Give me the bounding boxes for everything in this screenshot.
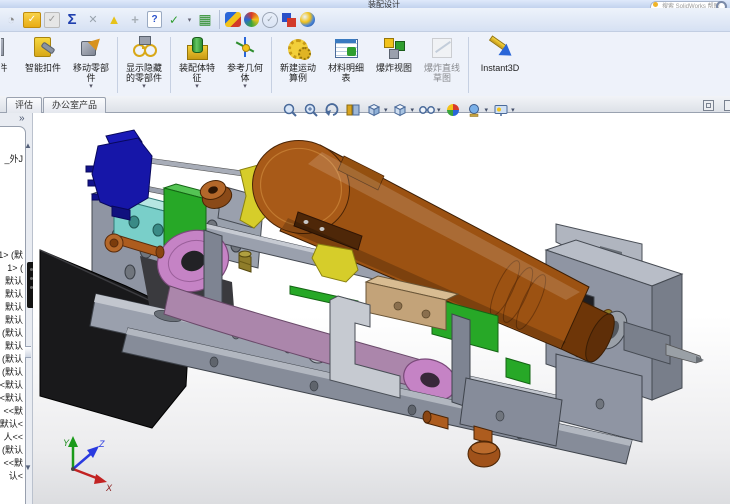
bill-of-materials-icon (333, 35, 359, 61)
move-component-icon (78, 34, 105, 61)
assembly-features-button[interactable]: 装配体特征 ▾ (174, 35, 220, 90)
appearances-icon[interactable] (244, 12, 259, 27)
view-settings-caret[interactable]: ▾ (511, 106, 515, 114)
part-yellow-clamp-mid[interactable] (311, 243, 359, 283)
triad-x-label: X (105, 483, 113, 493)
design-table-icon[interactable]: ▦ (196, 11, 214, 29)
show-hidden-components-icon (131, 35, 157, 61)
exploded-view-button[interactable]: 爆炸视图 (371, 35, 417, 73)
move-component-button[interactable]: 移动零部件 ▾ (68, 34, 114, 90)
standard-toolbar: ◔ ✓ ✓ Σ ✕ ▲ + ? ✓ ▾ ▦ ✓ (0, 8, 730, 32)
reference-geometry-button[interactable]: 参考几何体 ▾ (222, 35, 268, 90)
dropdown-caret-icon[interactable]: ▾ (186, 11, 193, 29)
measure-icon[interactable]: ✕ (84, 11, 102, 29)
tree-items[interactable]: 1> (默 1> ( 默认 默认 默认 默认 (默认 默认 (默认 (默认 <默… (0, 249, 23, 483)
edit-appearance-icon[interactable] (445, 101, 462, 118)
previous-view-icon[interactable] (323, 101, 340, 118)
scrollbar-thumb[interactable] (25, 346, 31, 358)
photoview-preview-icon[interactable] (225, 12, 241, 27)
photoview-360-icon[interactable] (300, 12, 315, 27)
instant3d-icon (487, 35, 516, 62)
reference-geometry-icon (232, 35, 258, 61)
collapse-panel-icon[interactable] (703, 100, 714, 111)
solidworks-window: 装配设计 搜索 SolidWorks 帮助 ◔ ✓ ✓ Σ ✕ ▲ + ? ✓ … (0, 0, 730, 504)
smart-fasteners-button[interactable]: 智能扣件 (20, 35, 66, 73)
flyout-expand-chevron[interactable]: » (19, 113, 25, 124)
tab-evaluate[interactable]: 评估 (6, 97, 43, 113)
show-hidden-components-button[interactable]: 显示隐藏的零部件 ▾ (121, 35, 167, 90)
apply-scene-caret[interactable]: ▾ (485, 106, 489, 114)
ribbon-separator (170, 37, 171, 93)
triad-y-label: Y (63, 438, 70, 448)
bill-of-materials-button[interactable]: 材料明细表 (323, 35, 369, 83)
equations-icon[interactable]: Σ (63, 11, 81, 29)
toolbar-separator (219, 10, 220, 29)
apply-scene-icon[interactable] (466, 101, 483, 118)
assembly-features-icon (184, 35, 210, 61)
tree-item[interactable]: _外J (4, 153, 23, 166)
align-icon[interactable]: + (126, 11, 144, 29)
toggle-check-icon[interactable]: ✓ (44, 11, 60, 28)
ribbon-separator (468, 37, 469, 93)
tab-office-products[interactable]: 办公室产品 (43, 97, 107, 113)
scroll-up-icon[interactable]: ▲ (24, 141, 32, 150)
design-check-icon[interactable]: ✓ (165, 11, 183, 29)
section-view-icon[interactable] (344, 101, 361, 118)
display-style-caret[interactable]: ▾ (411, 106, 415, 114)
explode-line-sketch-icon (429, 35, 455, 61)
file-properties-icon[interactable]: ? (147, 11, 162, 28)
instant3d-button[interactable]: Instant3D (472, 35, 528, 73)
hide-show-items-caret[interactable]: ▾ (437, 106, 441, 114)
new-motion-study-icon (285, 35, 311, 61)
featuremanager-panel: » _外J 1> (默 1> ( 默认 默认 默认 默认 (默认 默认 (默认 … (0, 113, 36, 504)
explode-line-sketch-button[interactable]: 爆炸直线草图 (419, 35, 465, 83)
insert-component-icon (1, 35, 7, 61)
part-brass-fitting[interactable] (238, 250, 252, 273)
heads-up-toolbar: ▾ ▾ ▾ ▾ ▾ (281, 101, 515, 118)
insert-component-button[interactable]: 零部件 ▾ (1, 35, 18, 80)
view-orientation-caret[interactable]: ▾ (384, 106, 388, 114)
display-style-icon[interactable] (392, 101, 409, 118)
assembly-model[interactable]: Y Z X (33, 113, 730, 504)
hide-show-items-icon[interactable] (418, 101, 435, 118)
triad-z-label: Z (98, 439, 105, 449)
exploded-view-icon (381, 35, 407, 61)
scroll-down-icon[interactable]: ▼ (24, 463, 32, 472)
zoom-to-fit-icon[interactable] (281, 101, 298, 118)
search-flag-icon (653, 2, 658, 7)
ribbon-separator (117, 37, 118, 93)
circle-check-icon[interactable]: ✓ (262, 11, 278, 28)
select-folder-check-icon[interactable]: ✓ (23, 11, 41, 28)
new-motion-study-button[interactable]: 新建运动算例 (275, 35, 321, 83)
smart-fasteners-icon (30, 35, 56, 61)
view-settings-icon[interactable] (492, 101, 509, 118)
featuremanager-tree[interactable]: _外J 1> (默 1> ( 默认 默认 默认 默认 (默认 默认 (默认 (默… (0, 126, 26, 504)
view-orientation-icon[interactable] (365, 101, 382, 118)
zoom-to-area-icon[interactable] (302, 101, 319, 118)
panel-options-icon[interactable] (724, 100, 730, 111)
draft-analysis-icon[interactable]: ▲ (105, 11, 123, 29)
reference-triad: Y Z X (63, 436, 113, 493)
copy-appearance-icon[interactable] (281, 12, 297, 28)
command-manager: 零部件 ▾ 智能扣件 移动零部件 ▾ (0, 32, 730, 96)
ribbon-separator (271, 37, 272, 93)
graphics-area[interactable]: ▾ ▾ ▾ ▾ ▾ Y Z X (33, 102, 730, 504)
design-binder-icon[interactable]: ◔ (2, 11, 20, 29)
